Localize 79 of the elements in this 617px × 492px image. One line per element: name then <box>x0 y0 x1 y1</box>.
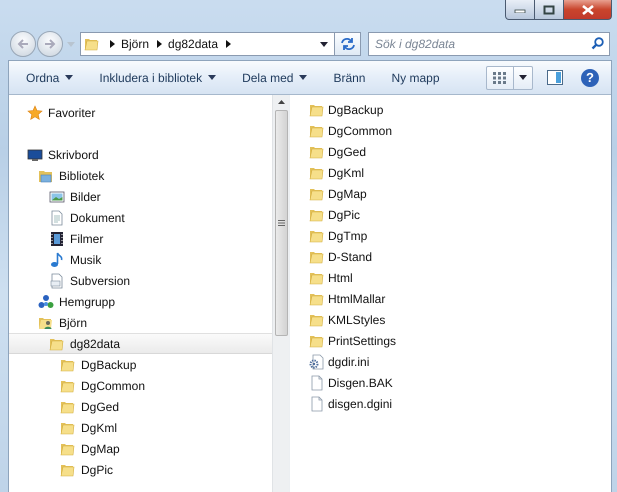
scrollbar-track[interactable] <box>272 95 289 492</box>
maximize-button[interactable] <box>534 0 564 20</box>
file-item[interactable]: dgdir.ini <box>309 351 611 372</box>
address-bar[interactable]: Björn dg82data <box>80 32 335 56</box>
file-item[interactable]: PrintSettings <box>309 330 611 351</box>
file-item[interactable]: Disgen.BAK <box>309 372 611 393</box>
chevron-icon <box>110 40 115 48</box>
close-button[interactable] <box>563 0 612 20</box>
tree-item[interactable]: Favoriter <box>9 102 272 123</box>
file-item[interactable]: disgen.dgini <box>309 393 611 414</box>
tree-item[interactable]: Dokument <box>9 207 272 228</box>
file-item[interactable]: DgMap <box>309 183 611 204</box>
file-item[interactable]: DgCommon <box>309 120 611 141</box>
tree-item[interactable]: Filmer <box>9 228 272 249</box>
breadcrumb[interactable]: dg82data <box>168 37 218 51</box>
tree-item[interactable]: DgKml <box>9 417 272 438</box>
tree-item[interactable]: DgMap <box>9 438 272 459</box>
document-icon <box>49 210 65 226</box>
picture-icon <box>49 188 65 204</box>
chevron-icon <box>157 40 162 48</box>
caret-icon <box>519 75 527 80</box>
grid-icon <box>493 72 507 84</box>
music-note-icon <box>49 252 65 268</box>
monitor-icon <box>27 146 43 162</box>
caret-icon <box>65 75 74 80</box>
scrollbar-thumb[interactable] <box>274 110 288 336</box>
tree-item[interactable]: Subversion <box>9 270 272 291</box>
file-item[interactable]: KMLStyles <box>309 309 611 330</box>
close-icon <box>580 4 594 14</box>
file-item[interactable]: DgGed <box>309 141 611 162</box>
tree-item[interactable]: Björn <box>9 312 272 333</box>
minimize-icon <box>514 6 526 12</box>
folder-icon <box>84 36 100 52</box>
toolbar-button[interactable]: Bränn <box>325 66 374 90</box>
grip-icon <box>278 220 284 226</box>
file-item[interactable]: HtmlMallar <box>309 288 611 309</box>
file-item[interactable]: D-Stand <box>309 246 611 267</box>
help-button[interactable]: ? <box>581 68 599 86</box>
caret-icon <box>208 75 216 80</box>
dropdown-caret-icon[interactable] <box>320 42 328 46</box>
refresh-icon <box>340 37 356 51</box>
file-item[interactable]: Html <box>309 267 611 288</box>
tree-item[interactable]: DgGed <box>9 396 272 417</box>
file-item[interactable]: DgKml <box>309 162 611 183</box>
file-item[interactable]: DgPic <box>309 204 611 225</box>
scroll-up-arrow-icon[interactable] <box>278 100 284 104</box>
search-icon[interactable] <box>591 37 604 50</box>
maximize-icon <box>543 4 555 14</box>
back-arrow-icon <box>16 38 30 50</box>
breadcrumb[interactable]: Björn <box>121 37 150 51</box>
tree-item[interactable]: DgPic <box>9 459 272 480</box>
forward-arrow-icon <box>43 38 57 50</box>
file-item[interactable]: DgBackup <box>309 99 611 120</box>
tree-item[interactable]: DgBackup <box>9 354 272 375</box>
document-icon <box>49 272 65 288</box>
tree-item[interactable]: Bilder <box>9 186 272 207</box>
file-icon <box>309 396 325 412</box>
tree-item[interactable]: Skrivbord <box>9 144 272 165</box>
file-icon <box>309 374 325 390</box>
network-icon <box>38 294 54 310</box>
preview-pane-icon[interactable] <box>547 70 563 85</box>
toolbar-button[interactable]: Ny mapp <box>383 66 448 90</box>
chevron-icon <box>226 40 232 48</box>
star-icon <box>27 104 43 120</box>
tree-item[interactable]: dg82data <box>9 333 272 354</box>
tree-item[interactable]: Musik <box>9 249 272 270</box>
minimize-button[interactable] <box>505 0 535 20</box>
tree-item[interactable]: Bibliotek <box>9 165 272 186</box>
settings-file-icon <box>309 354 325 370</box>
refresh-button[interactable] <box>335 32 361 56</box>
search-field[interactable]: Sök i dg82data <box>368 32 610 56</box>
file-item[interactable]: DgTmp <box>309 225 611 246</box>
toolbar-button[interactable]: Ordna <box>18 66 82 90</box>
film-strip-icon <box>49 230 65 246</box>
toolbar-button[interactable]: Dela med <box>234 66 316 90</box>
toolbar-button[interactable]: Inkludera i bibliotek <box>91 66 224 90</box>
tree-item[interactable]: Hemgrupp <box>9 291 272 312</box>
caret-icon <box>299 75 308 80</box>
tree-item[interactable]: DgCommon <box>9 375 272 396</box>
